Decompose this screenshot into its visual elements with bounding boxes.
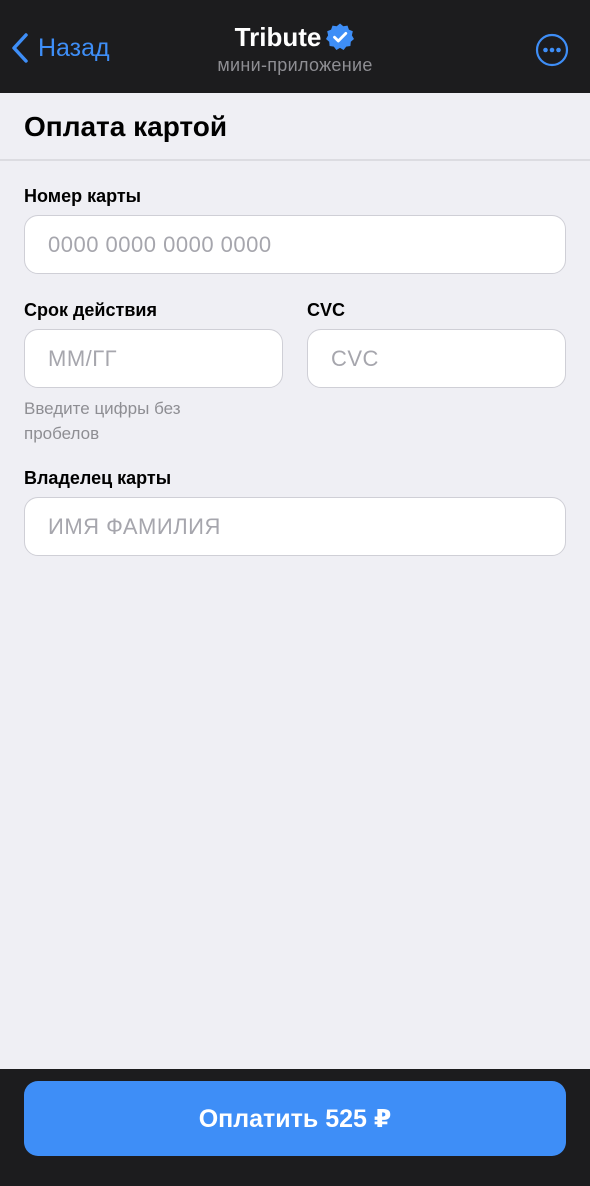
cvc-label: CVC <box>307 300 346 320</box>
bottom-bar: Оплатить 525 ₽ <box>0 1069 590 1186</box>
card-number-input[interactable] <box>24 215 566 274</box>
card-holder-label: Владелец карты <box>24 468 172 488</box>
verified-badge-icon <box>326 23 355 50</box>
chevron-left-icon <box>12 33 28 63</box>
back-button[interactable]: Назад <box>10 26 110 70</box>
card-number-label: Номер карты <box>24 186 142 206</box>
card-holder-input[interactable] <box>24 497 566 556</box>
app-title: Tributе <box>234 21 322 52</box>
pay-button[interactable]: Оплатить 525 ₽ <box>24 1081 566 1156</box>
back-label: Назад <box>38 33 110 62</box>
more-icon[interactable] <box>535 33 569 67</box>
expiry-hint: Введите цифры без пробелов <box>24 399 181 443</box>
app-subtitle: мини-приложение <box>217 55 373 75</box>
expiry-input[interactable] <box>24 329 283 388</box>
app-title-block: Tributе мини-приложение <box>145 20 445 76</box>
page-header: Оплата картой <box>0 93 590 161</box>
page-title: Оплата картой <box>24 111 228 142</box>
cvc-input[interactable] <box>307 329 566 388</box>
top-bar: Назад Tributе мини-приложение <box>0 0 590 93</box>
expiry-label: Срок действия <box>24 300 157 320</box>
